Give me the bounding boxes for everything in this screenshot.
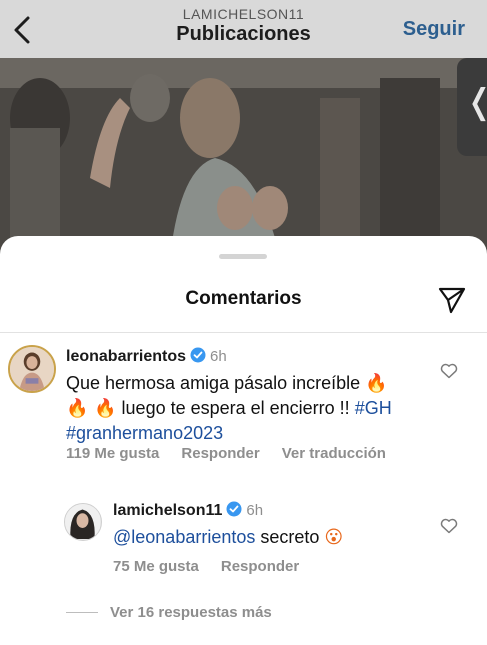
- share-button[interactable]: [437, 286, 467, 314]
- view-more-replies-label: Ver 16 respuestas más: [110, 604, 272, 621]
- avatar[interactable]: [64, 503, 102, 541]
- username-text: leonabarrientos: [66, 348, 187, 365]
- top-header: LAMICHELSON11 Publicaciones Seguir: [0, 0, 487, 58]
- likes-count[interactable]: 119 Me gusta: [66, 445, 159, 462]
- fire-emoji: 🔥 🔥: [66, 398, 117, 419]
- divider: [0, 332, 487, 333]
- comment-username[interactable]: leonabarrientos 6h: [66, 347, 227, 366]
- likes-count[interactable]: 75 Me gusta: [113, 558, 199, 575]
- comment-time: 6h: [210, 348, 227, 365]
- hashtag-link[interactable]: #granhermano2023: [66, 423, 223, 443]
- heart-icon[interactable]: [440, 518, 458, 534]
- side-panel-tab[interactable]: ❬: [457, 58, 487, 156]
- comment-time: 6h: [246, 502, 264, 519]
- verified-badge-icon: [190, 347, 206, 363]
- heart-icon[interactable]: [440, 363, 458, 379]
- comment-text-part: luego te espera el encierro !!: [116, 398, 355, 418]
- reply-button[interactable]: Responder: [221, 558, 299, 575]
- send-icon: [438, 287, 466, 314]
- translate-button[interactable]: Ver traducción: [282, 445, 386, 462]
- comment-text-part: secreto: [255, 527, 325, 547]
- comment-text: @leonabarrientos secreto 😮: [113, 525, 413, 550]
- surprised-emoji: 😮: [324, 527, 344, 548]
- post-photo: [0, 58, 487, 258]
- avatar-image: [65, 504, 100, 539]
- avatar-image: [10, 347, 54, 391]
- sheet-title: Comentarios: [185, 288, 302, 309]
- comments-sheet: Comentarios leonabarrientos 6h Que hermos…: [0, 236, 487, 645]
- post-image: [0, 58, 487, 258]
- hashtag-link[interactable]: #GH: [355, 398, 392, 418]
- username-text: lamichelson11: [113, 502, 223, 519]
- drag-handle[interactable]: [219, 254, 267, 259]
- fire-emoji: 🔥: [365, 373, 388, 394]
- comment-meta: 75 Me gusta Responder: [113, 558, 321, 575]
- comment-username[interactable]: lamichelson11 6h: [113, 501, 263, 520]
- comment-meta: 119 Me gusta Responder Ver traducción: [66, 445, 408, 462]
- replies-line: [66, 612, 98, 613]
- view-more-replies[interactable]: Ver 16 respuestas más: [66, 604, 272, 621]
- follow-button[interactable]: Seguir: [403, 18, 465, 41]
- comment-text-part: Que hermosa amiga pásalo increíble: [66, 373, 366, 393]
- verified-badge-icon: [226, 501, 242, 517]
- mention-link[interactable]: @leonabarrientos: [113, 527, 255, 547]
- avatar[interactable]: [8, 345, 56, 393]
- side-tab-glyph: ❬: [465, 82, 487, 122]
- reply-button[interactable]: Responder: [181, 445, 259, 462]
- comment-text: Que hermosa amiga pásalo increíble 🔥 🔥 🔥…: [66, 371, 416, 446]
